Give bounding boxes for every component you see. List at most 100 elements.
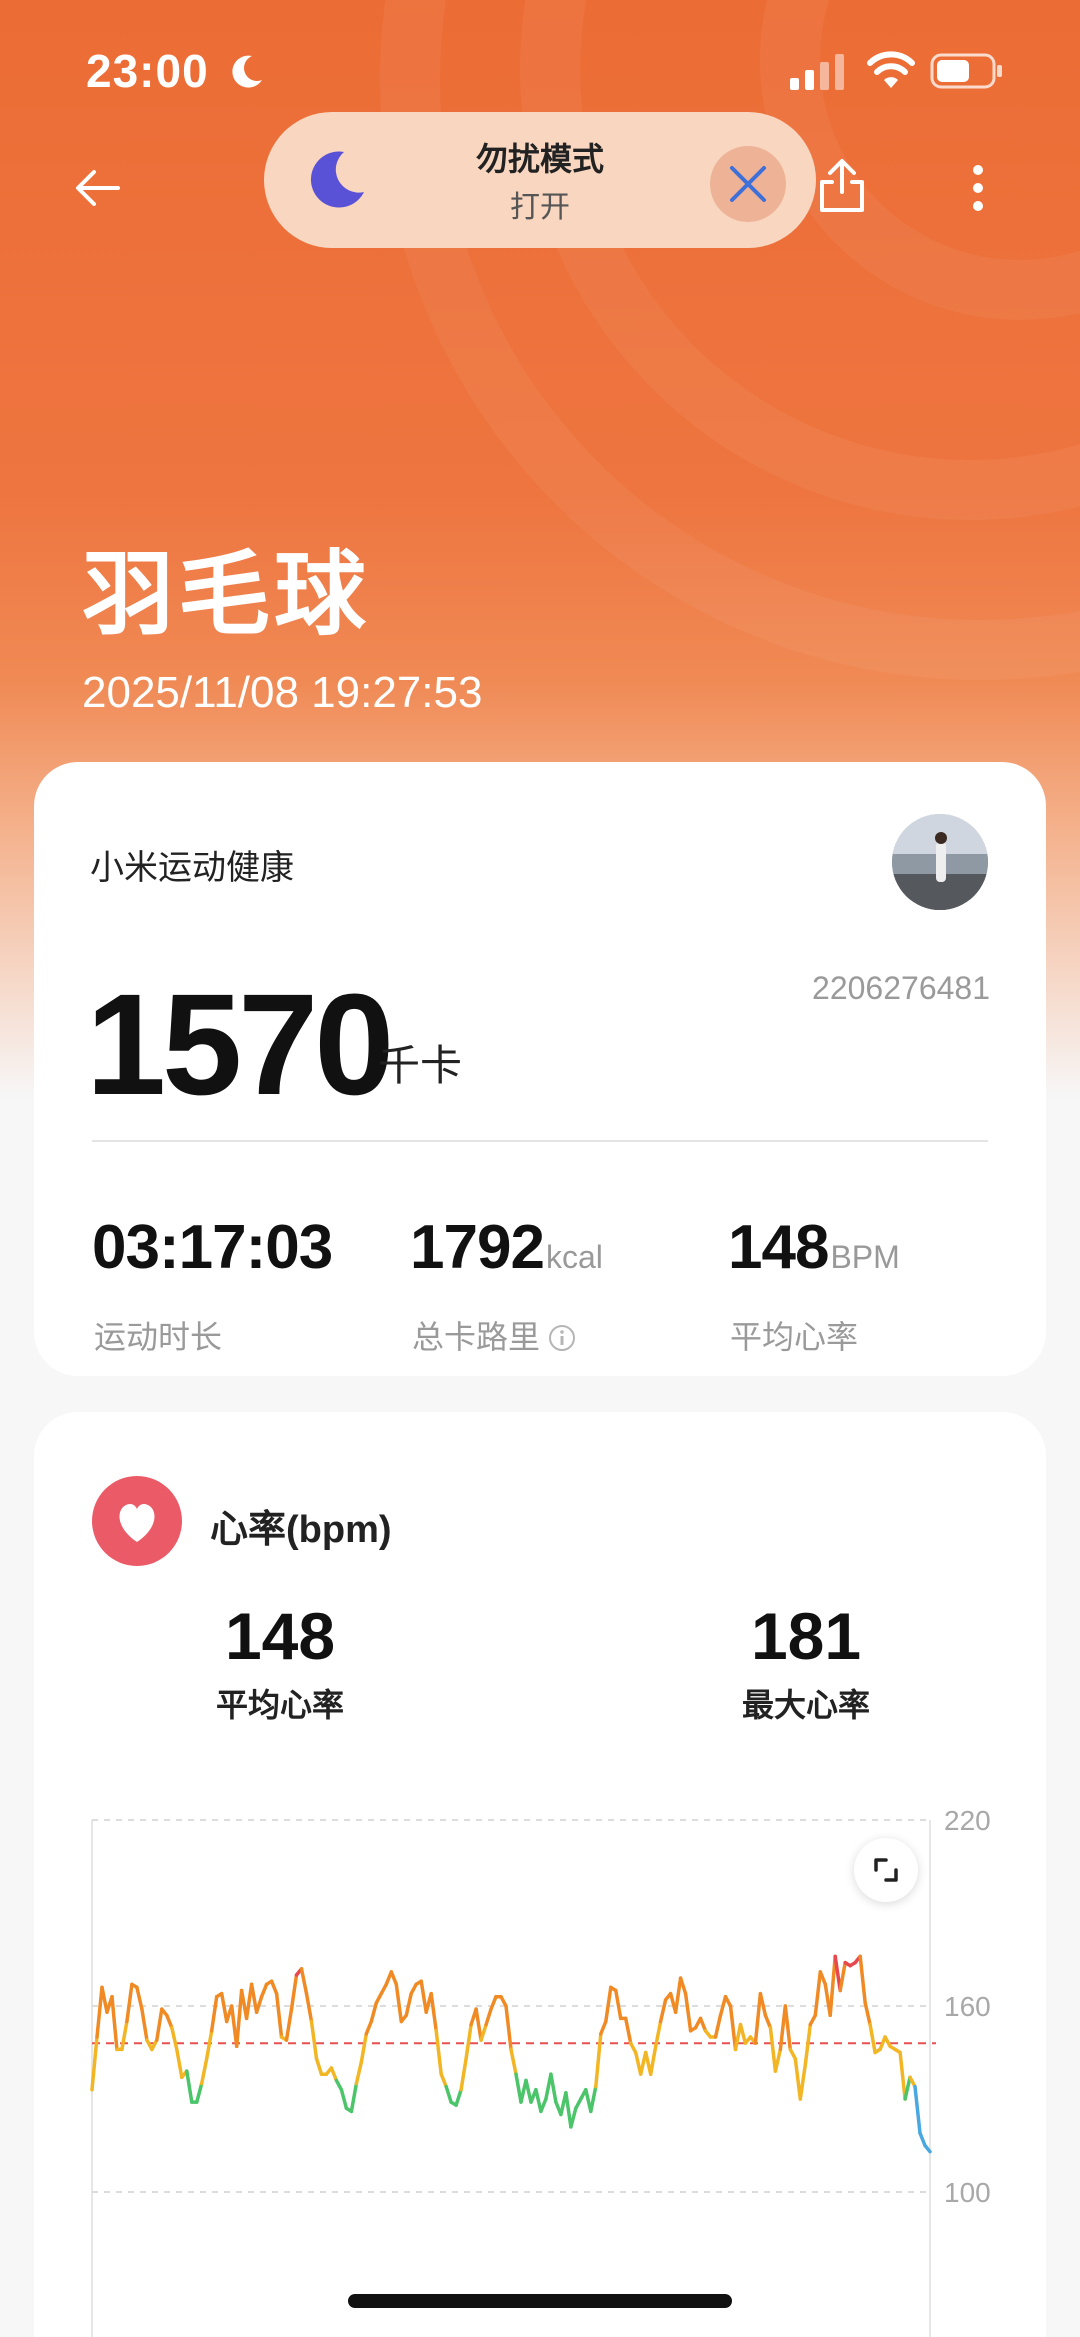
chart-line-segment <box>269 1979 279 1996</box>
stat-unit: BPM <box>830 1239 900 1275</box>
chart-line-segment <box>504 2004 513 2052</box>
chart-line-segment <box>434 2029 443 2076</box>
chart-line-segment <box>195 2081 204 2104</box>
chart-line-segment <box>165 2013 174 2030</box>
calories-unit: 千卡 <box>378 1042 463 1089</box>
chart-y-tick-label: 220 <box>944 1805 991 1836</box>
chart-line-segment <box>524 2078 533 2104</box>
chart-line-segment <box>110 1994 119 2052</box>
chart-line-segment <box>728 2004 738 2052</box>
stat-total-calories: 1792kcal 总卡路里 <box>410 1212 603 1355</box>
chart-line-segment <box>589 2084 598 2114</box>
chart-line-segment <box>175 2047 184 2080</box>
stat-label: 总卡路里 <box>412 1319 541 1355</box>
chart-line-segment <box>394 1982 404 2024</box>
chart-line-segment <box>753 1991 763 2045</box>
chart-line-segment <box>339 2087 349 2111</box>
chart-line-segment <box>359 2032 369 2064</box>
chart-line-segment <box>444 2084 453 2104</box>
chart-line-segment <box>614 1988 623 2021</box>
chart-line-segment <box>135 1985 144 2011</box>
chart-line-segment <box>599 2019 608 2036</box>
stat-value: 1792 <box>410 1213 545 1282</box>
dnd-close-button[interactable] <box>710 146 786 222</box>
expand-chart-button[interactable] <box>854 1838 918 1902</box>
avatar-photo <box>892 814 988 910</box>
chart-line-segment <box>464 2022 473 2061</box>
chart-line-segment <box>274 1991 284 2039</box>
chart-line-segment <box>863 2001 872 2027</box>
chart-line-segment <box>349 2081 359 2114</box>
chart-line-segment <box>199 2056 209 2086</box>
chart-line-segment <box>758 1991 768 2018</box>
wifi-icon <box>867 51 915 88</box>
back-arrow-icon[interactable] <box>70 160 126 216</box>
chart-line-segment <box>658 1998 668 2024</box>
stat-unit: kcal <box>545 1239 603 1275</box>
chart-line-segment <box>768 2025 778 2073</box>
chart-line-segment <box>125 1982 134 2024</box>
activity-datetime: 2025/11/08 19:27:53 <box>82 668 483 717</box>
close-icon <box>730 166 766 202</box>
share-icon[interactable] <box>814 156 870 216</box>
chart-line-segment <box>678 1976 688 1996</box>
chart-line-segment <box>623 2016 633 2045</box>
chart-line-segment <box>539 2097 548 2114</box>
chart-line-segment <box>648 2044 658 2076</box>
chart-line-segment <box>309 2019 319 2061</box>
moon-icon <box>232 55 262 88</box>
chart-line-segment <box>254 1994 264 2014</box>
status-time: 23:00 <box>86 45 209 97</box>
chart-line-segment <box>738 2022 748 2045</box>
chart-line-segment <box>604 1985 613 2024</box>
chart-line-segment <box>868 2022 877 2055</box>
chart-line-segment <box>838 1960 847 1993</box>
chart-line-segment <box>763 2013 773 2030</box>
avatar[interactable] <box>892 814 988 910</box>
more-icon[interactable] <box>962 158 994 218</box>
chart-line-segment <box>683 1991 693 2033</box>
expand-icon <box>874 1858 898 1882</box>
chart-line-segment <box>404 1991 413 2018</box>
chart-line-segment <box>289 1973 299 2011</box>
chart-line-segment <box>155 2007 164 2042</box>
chart-line-segment <box>354 2060 364 2086</box>
dnd-banner[interactable]: 勿扰模式 打开 <box>264 112 816 248</box>
chart-line-segment <box>818 1970 828 1987</box>
home-indicator[interactable] <box>348 2294 732 2308</box>
signal-icon <box>790 54 844 90</box>
chart-line-segment <box>170 2025 179 2052</box>
chart-line-segment <box>204 2029 214 2061</box>
chart-line-segment <box>429 1991 438 2033</box>
chart-line-segment <box>569 2106 578 2129</box>
divider <box>92 1140 988 1142</box>
chart-line-segment <box>484 2007 493 2027</box>
stat-label: 运动时长 <box>94 1319 223 1355</box>
chart-line-segment <box>913 2084 922 2135</box>
chart-line-segment <box>534 2087 543 2114</box>
summary-card: 小米运动健康 1570 千卡 2206276481 03:17:03 运动时长 … <box>34 762 1046 1376</box>
chart-line-segment <box>858 1954 867 2005</box>
chart-line-segment <box>419 1979 428 2014</box>
chart-line-segment <box>389 1970 399 1987</box>
chart-line-segment <box>713 2013 723 2039</box>
chart-line-segment <box>773 2047 783 2073</box>
chart-line-segment <box>903 2075 912 2101</box>
chart-line-segment <box>549 2072 558 2104</box>
chart-line-segment <box>284 2007 294 2042</box>
chart-line-segment <box>594 2032 603 2089</box>
chart-line-segment <box>803 2022 813 2067</box>
chart-line-segment <box>898 2050 907 2101</box>
chart-line-segment <box>439 2072 448 2089</box>
chart-line-segment <box>479 2022 488 2042</box>
chart-line-segment <box>828 1954 837 2018</box>
info-icon[interactable] <box>548 1324 576 1352</box>
chart-line-segment <box>564 2091 573 2129</box>
stat-label-row: 总卡路里 <box>412 1312 576 1358</box>
chart-line-segment <box>185 2069 194 2104</box>
chart-line-segment <box>314 2056 324 2076</box>
stat-avg-heart-rate: 148BPM 平均心率 <box>728 1212 900 1355</box>
chart-line-segment <box>698 2016 708 2033</box>
chart-line-segment <box>673 1976 683 2014</box>
chart-line-segment <box>459 2056 468 2092</box>
